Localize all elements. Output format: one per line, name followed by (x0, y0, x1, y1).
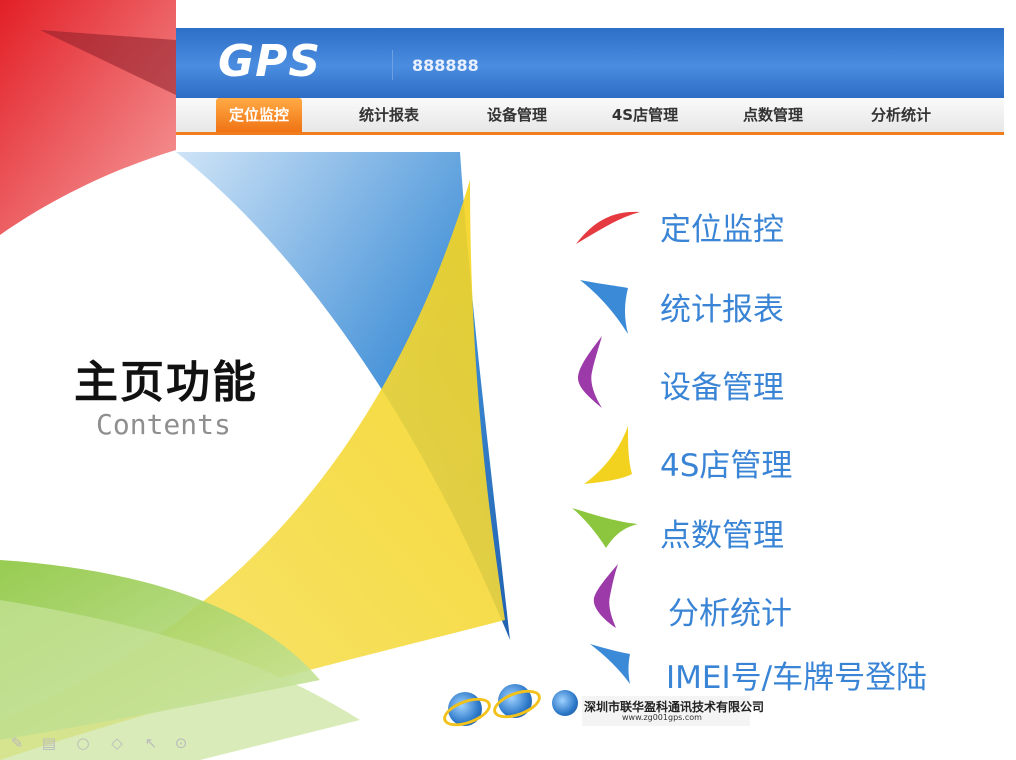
red-arrow-icon (576, 211, 640, 244)
gps-nav-bar: 定位监控 统计报表 设备管理 4S店管理 点数管理 分析统计 (176, 98, 1004, 135)
yellow-arrow-icon (584, 426, 632, 484)
tab-device-management[interactable]: 设备管理 (472, 98, 562, 132)
eraser-icon[interactable]: ◇ (108, 734, 126, 752)
menu-label: 分析统计 (668, 596, 792, 632)
green-arrow-icon (572, 508, 638, 548)
globe-logo-icon (552, 690, 578, 716)
circle-icon[interactable]: ○ (74, 734, 92, 752)
gps-app-header: GPS 888888 定位监控 统计报表 设备管理 4S店管理 点数管理 分析统… (176, 28, 1004, 138)
page-title: 主页功能 (74, 357, 258, 408)
tab-analysis-statistics[interactable]: 分析统计 (856, 98, 946, 132)
menu-item-statistics-report[interactable]: 统计报表 (570, 276, 1010, 336)
gps-logo: GPS (218, 36, 322, 87)
menu-label: 点数管理 (660, 518, 784, 554)
blue-arrow-icon (580, 280, 628, 334)
menu-item-4s-store-management[interactable]: 4S店管理 (570, 424, 1010, 484)
company-banner: 深圳市联华盈科通讯技术有限公司 www.zg001gps.com (582, 696, 764, 726)
gps-top-bar: GPS 888888 (176, 28, 1004, 98)
menu-label: 统计报表 (660, 292, 784, 328)
menu-item-device-management[interactable]: 设备管理 (570, 334, 1010, 408)
purple-arrow-icon (578, 336, 602, 408)
menu-label: 设备管理 (660, 370, 784, 406)
tab-statistics-report[interactable]: 统计报表 (344, 98, 434, 132)
tab-location-monitor[interactable]: 定位监控 (216, 98, 302, 132)
pen-icon[interactable]: ✎ (8, 734, 26, 752)
tab-points-management[interactable]: 点数管理 (728, 98, 818, 132)
menu-item-location-monitor[interactable]: 定位监控 (570, 196, 1010, 256)
tab-4s-store-management[interactable]: 4S店管理 (600, 98, 690, 132)
menu-label: 4S店管理 (660, 448, 793, 484)
company-footer: 深圳市联华盈科通讯技术有限公司 www.zg001gps.com (439, 682, 764, 732)
menu-item-points-management[interactable]: 点数管理 (570, 498, 1010, 558)
header-divider (392, 50, 393, 80)
company-url: www.zg001gps.com (622, 713, 702, 722)
purple-arrow-icon (593, 564, 618, 628)
account-number: 888888 (412, 56, 479, 75)
zoom-icon[interactable]: ⊙ (172, 734, 190, 752)
page-subtitle: Contents (96, 408, 231, 441)
pointer-icon[interactable]: ↖ (142, 734, 160, 752)
slides-icon[interactable]: ▤ (40, 734, 58, 752)
menu-item-analysis-statistics[interactable]: 分析统计 (570, 562, 1010, 632)
menu-label: 定位监控 (660, 212, 784, 248)
